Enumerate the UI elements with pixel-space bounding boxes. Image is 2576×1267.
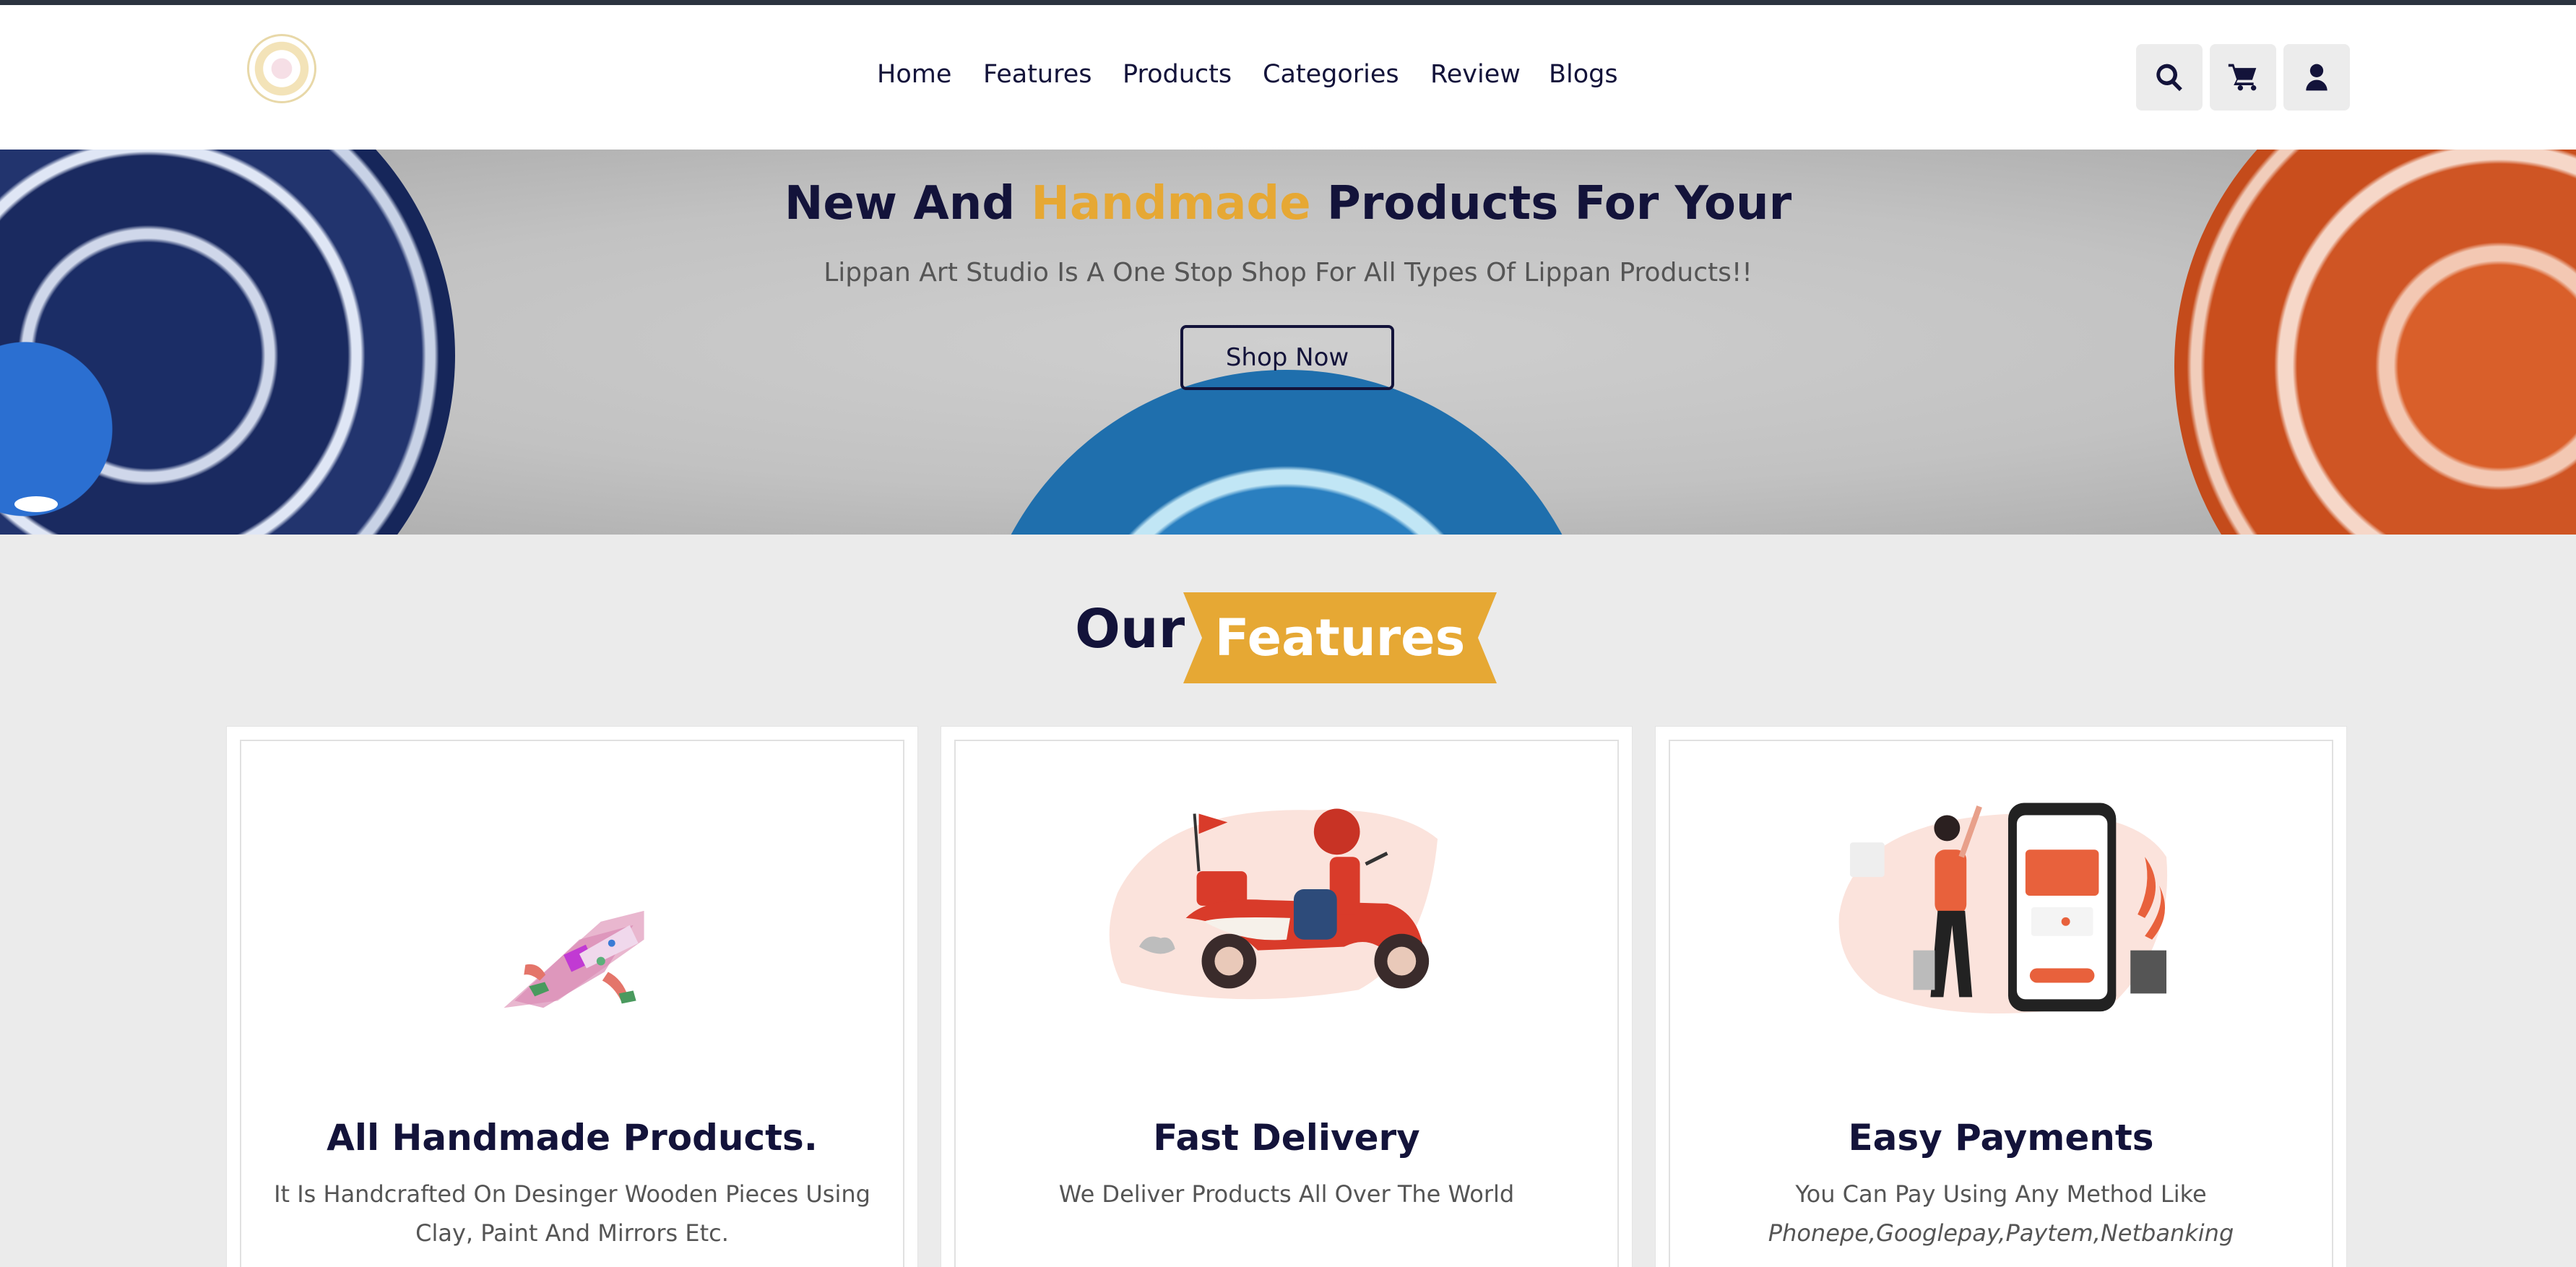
cart-button[interactable] [2210,44,2276,111]
hero-banner: New And Handmade Products For Your Lippa… [0,150,2576,535]
hero-title-pre: New And [784,177,1032,230]
card-description: It Is Handcrafted On Desinger Wooden Pie… [263,1175,881,1253]
features-heading-highlight: Features [1214,608,1466,667]
feature-card-delivery: Fast Delivery We Deliver Products All Ov… [941,726,1633,1267]
cart-icon [2228,64,2257,91]
nav-products[interactable]: Products [1123,60,1232,89]
card-border: Easy Payments You Can Pay Using Any Meth… [1669,740,2333,1267]
shop-now-button[interactable]: Shop Now [1180,325,1394,390]
card-description: We Deliver Products All Over The World [977,1175,1596,1214]
card-description: You Can Pay Using Any Method Like Phonepe… [1692,1175,2310,1253]
card-title: Fast Delivery [1153,1117,1420,1159]
features-heading-ribbon: Features [1183,592,1497,683]
nav-blogs[interactable]: Blogs [1549,60,1618,89]
account-button[interactable] [2283,44,2350,111]
delivery-scooter-illustration [1109,808,1438,1000]
hero-title: New And Handmade Products For Your [0,177,2576,230]
user-icon [2306,64,2328,91]
card-desc-text: You Can Pay Using Any Method Like [1795,1180,2207,1208]
nav-features[interactable]: Features [983,60,1092,89]
card-border: Fast Delivery We Deliver Products All Ov… [954,740,1619,1267]
card-title: All Handmade Products. [327,1117,818,1159]
nav-home[interactable]: Home [877,60,951,89]
card-desc-italic: Phonepe,Googlepay,Paytem,Netbanking [1768,1219,2234,1247]
hero-title-highlight: Handmade [1031,177,1311,230]
hero-subtitle: Lippan Art Studio Is A One Stop Shop For… [824,258,1752,287]
feature-card-payments: Easy Payments You Can Pay Using Any Meth… [1655,726,2347,1267]
nav-review[interactable]: Review [1430,60,1521,89]
hero-title-post: Products For Your [1310,177,1792,230]
card-desc-text: We Deliver Products All Over The World [1058,1180,1515,1208]
card-border: All Handmade Products. It Is Handcrafted… [240,740,904,1267]
card-title: Easy Payments [1848,1117,2154,1159]
card-desc-text: It Is Handcrafted On Desinger Wooden Pie… [274,1180,870,1247]
mobile-payment-illustration [1838,803,2168,1014]
search-icon [2156,64,2182,92]
feature-card-handmade: All Handmade Products. It Is Handcrafted… [226,726,918,1267]
features-heading-plain: Our [1075,598,1185,660]
search-button[interactable] [2136,44,2203,111]
lippan-plate-center-image [974,370,1599,535]
nav-categories[interactable]: Categories [1263,60,1399,89]
handmade-illustration [503,910,644,1008]
top-border [0,0,2576,5]
site-header: Home Features Products Categories Review… [0,5,2576,150]
features-heading: Our Features [0,592,2576,683]
